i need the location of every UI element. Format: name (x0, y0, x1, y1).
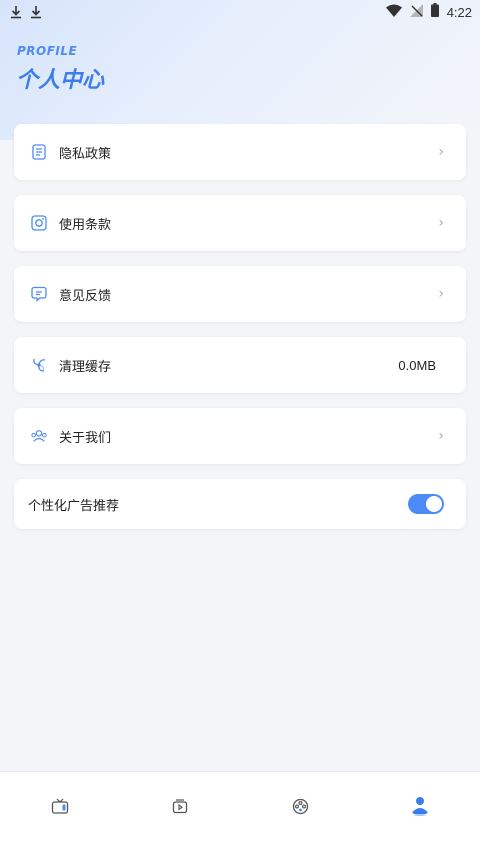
chevron-right-icon: › (438, 144, 444, 160)
battery-icon (430, 3, 439, 21)
wifi-icon (385, 4, 402, 21)
page-subtitle: PROFILE (17, 44, 78, 58)
menu-item-about-us[interactable]: 关于我们 › (14, 408, 466, 464)
profile-icon (411, 796, 429, 820)
team-icon (31, 428, 47, 444)
chevron-right-icon: › (438, 215, 444, 231)
personalized-ads-label: 个性化广告推荐 (28, 498, 120, 514)
chevron-right-icon: › (438, 286, 444, 302)
tab-tv[interactable] (40, 788, 80, 828)
menu-item-label: 关于我们 (59, 430, 112, 446)
tab-movies[interactable] (280, 788, 320, 828)
tab-profile[interactable] (400, 788, 440, 828)
status-bar: 4:22 (0, 0, 480, 24)
personalized-ads-setting: 个性化广告推荐 (14, 479, 466, 529)
clean-icon (31, 357, 47, 373)
menu-item-feedback[interactable]: 意见反馈 › (14, 266, 466, 322)
menu-item-privacy-policy[interactable]: 隐私政策 › (14, 124, 466, 180)
menu-item-label: 隐私政策 (59, 146, 112, 162)
menu-item-terms[interactable]: 使用条款 › (14, 195, 466, 251)
video-icon (172, 798, 188, 818)
download-icon (10, 5, 22, 19)
personalized-ads-toggle[interactable] (408, 494, 444, 514)
terms-icon (31, 215, 47, 231)
page-title: 个人中心 (16, 68, 105, 93)
tab-video[interactable] (160, 788, 200, 828)
chevron-right-icon: › (438, 428, 444, 444)
menu-item-label: 意见反馈 (59, 288, 112, 304)
menu-item-label: 使用条款 (59, 217, 112, 233)
document-icon (31, 144, 47, 160)
menu-item-clear-cache[interactable]: 清理缓存 0.0MB (14, 337, 466, 393)
feedback-icon (31, 286, 47, 302)
menu-item-label: 清理缓存 (59, 359, 112, 375)
bottom-tab-bar (0, 771, 480, 854)
cache-size-value: 0.0MB (398, 357, 436, 373)
tv-icon (51, 798, 69, 819)
download-icon (30, 5, 42, 19)
settings-list: 隐私政策 › 使用条款 › 意见反馈 › 清理缓存 0.0MB 关于我们 › 个… (14, 124, 466, 544)
film-reel-icon (292, 798, 309, 819)
signal-off-icon (409, 3, 423, 21)
status-time: 4:22 (446, 4, 472, 20)
